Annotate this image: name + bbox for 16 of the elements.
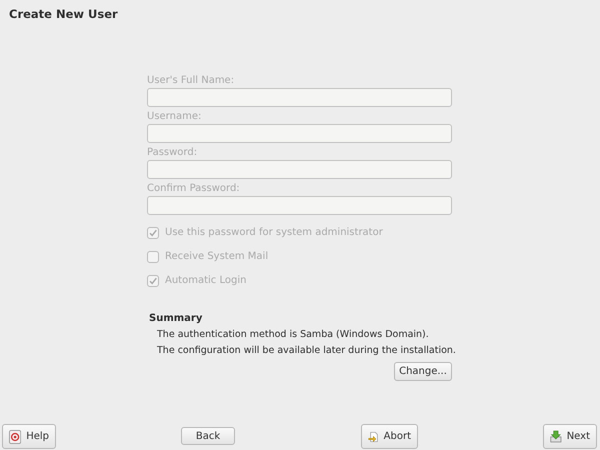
field-label: Confirm Password: bbox=[147, 182, 241, 196]
checkbox-label: Receive System Mail bbox=[165, 250, 268, 264]
field-label: User's Full Name: bbox=[147, 74, 236, 88]
checkbox-label: Use this password for system administrator bbox=[165, 226, 383, 240]
window-title: Create New User bbox=[8, 6, 119, 23]
help-button[interactable]: Help bbox=[2, 424, 56, 449]
change-button[interactable]: Change... bbox=[394, 362, 452, 381]
checkbox-label: Automatic Login bbox=[165, 274, 246, 288]
abort-button[interactable]: Abort bbox=[361, 424, 418, 449]
next-button[interactable]: Next bbox=[543, 424, 597, 449]
back-button[interactable]: Back bbox=[181, 427, 235, 445]
field-label: Password: bbox=[147, 146, 198, 160]
summary-heading: Summary bbox=[149, 313, 204, 326]
summary-text: The authentication method is Samba (Windows Domain). bbox=[157, 328, 430, 342]
field-label: Username: bbox=[147, 110, 202, 124]
download-icon bbox=[550, 428, 562, 445]
